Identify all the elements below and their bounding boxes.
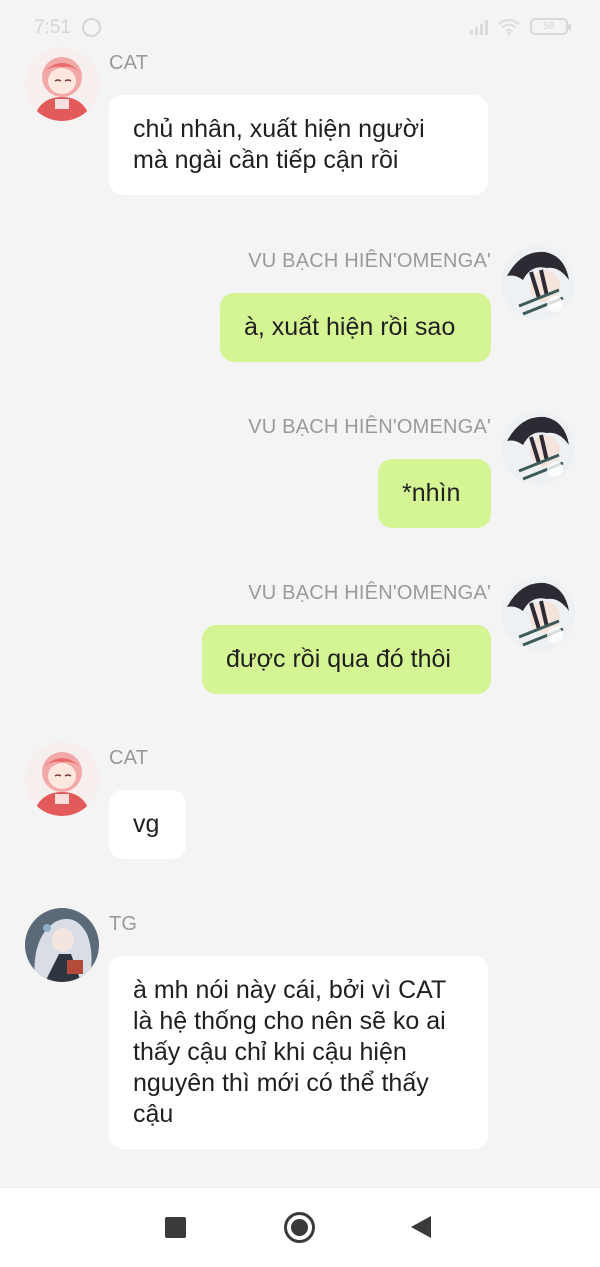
navigation-bar [0, 1187, 600, 1267]
battery-icon: 58 [530, 18, 571, 35]
dark-hair-boy-avatar[interactable] [501, 246, 575, 320]
sender-name: CAT [109, 52, 149, 74]
battery-level: 58 [543, 21, 555, 32]
triangle-back-icon[interactable] [411, 1216, 431, 1238]
sender-name: VU BẠCH HIÊN'OMENGA' [248, 416, 491, 438]
silver-hair-girl-avatar[interactable] [25, 908, 99, 982]
message-bubble[interactable]: được rồi qua đó thôi [202, 625, 491, 694]
sender-name: TG [109, 913, 138, 935]
message-bubble[interactable]: chủ nhân, xuất hiện người mà ngài cần ti… [109, 95, 488, 195]
circle-home-icon[interactable] [284, 1212, 315, 1243]
chat-screen: 7:51 58 CAT chủ nhân, xuất hiện người mà… [0, 0, 600, 1267]
status-time: 7:51 [34, 17, 71, 38]
wifi-icon [498, 18, 520, 35]
sender-name: VU BẠCH HIÊN'OMENGA' [248, 582, 491, 604]
status-icons: 58 [470, 18, 571, 35]
dark-hair-boy-avatar[interactable] [501, 577, 575, 651]
message-bubble[interactable]: vg [109, 790, 186, 859]
message-bubble[interactable]: *nhìn [378, 459, 491, 528]
square-icon[interactable] [165, 1217, 186, 1238]
sender-name: CAT [109, 747, 149, 769]
pink-hair-girl-avatar[interactable] [25, 47, 99, 121]
sender-name: VU BẠCH HIÊN'OMENGA' [248, 250, 491, 272]
status-bar: 7:51 58 [0, 0, 600, 56]
dark-hair-boy-avatar[interactable] [501, 411, 575, 485]
message-bubble[interactable]: à, xuất hiện rồi sao [220, 293, 491, 362]
pink-hair-girl-avatar[interactable] [25, 742, 99, 816]
signal-icon [470, 19, 488, 35]
message-bubble[interactable]: à mh nói này cái, bởi vì CAT là hệ thống… [109, 956, 488, 1149]
notification-icon [82, 18, 101, 37]
